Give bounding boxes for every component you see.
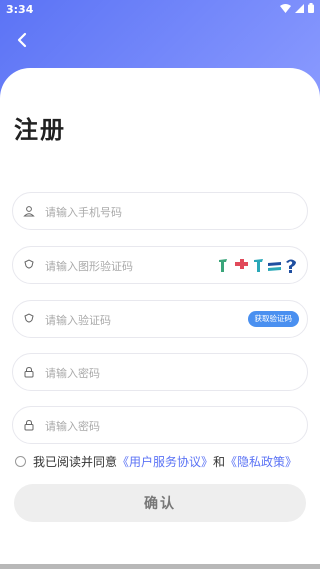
- lock-icon: [24, 419, 34, 431]
- page-title: 注册: [14, 116, 66, 144]
- phone-field: [12, 192, 308, 231]
- confirm-password-field: [12, 406, 308, 445]
- agreement-row: 我已阅读并同意 《用户服务协议》 和 《隐私政策》: [15, 452, 320, 470]
- status-time: 3:34: [6, 3, 34, 16]
- agreement-checkbox[interactable]: [15, 455, 26, 467]
- password-field: [12, 353, 308, 392]
- home-indicator: [0, 564, 320, 569]
- confirm-button[interactable]: 确认: [14, 484, 306, 522]
- agreement-conjunction: 和: [213, 454, 226, 469]
- image-code-input[interactable]: [43, 247, 237, 285]
- status-bar: 3:34: [0, 0, 320, 18]
- shield-icon: [24, 259, 34, 269]
- signal-icon: [295, 3, 304, 13]
- terms-link[interactable]: 《用户服务协议》: [117, 453, 213, 470]
- status-icons: [280, 3, 314, 13]
- privacy-link[interactable]: 《隐私政策》: [225, 453, 297, 470]
- phone-input[interactable]: [43, 193, 237, 231]
- password-input[interactable]: [43, 354, 237, 392]
- chevron-left-icon: [17, 32, 27, 48]
- agreement-prefix: 我已阅读并同意: [33, 454, 118, 469]
- battery-icon: [308, 3, 314, 13]
- captcha-image[interactable]: [217, 256, 299, 276]
- shield-icon: [24, 313, 34, 323]
- wifi-icon: [280, 3, 291, 13]
- sms-code-input[interactable]: [43, 301, 237, 339]
- confirm-password-input[interactable]: [43, 407, 237, 445]
- back-button[interactable]: [10, 28, 34, 52]
- lock-icon: [24, 366, 34, 378]
- user-icon: [23, 206, 35, 217]
- sms-code-field: 获取验证码: [12, 300, 308, 339]
- get-code-button[interactable]: 获取验证码: [247, 311, 299, 327]
- image-code-field: [12, 246, 308, 285]
